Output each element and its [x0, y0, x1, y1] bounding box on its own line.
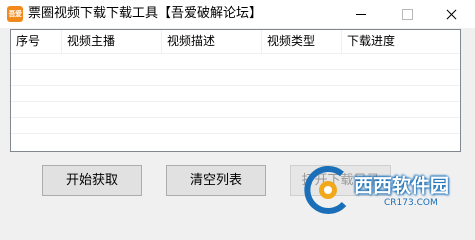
minimize-button[interactable] — [338, 0, 384, 28]
row-divider — [11, 101, 460, 102]
app-icon: 吾爱 — [7, 6, 23, 22]
list-body[interactable] — [11, 53, 460, 151]
clear-list-button[interactable]: 清空列表 — [166, 165, 266, 196]
maximize-button[interactable] — [384, 0, 430, 28]
row-divider — [11, 85, 460, 86]
row-divider — [11, 53, 460, 54]
row-divider — [11, 117, 460, 118]
row-divider — [11, 133, 460, 134]
close-button[interactable] — [429, 0, 475, 28]
video-list[interactable]: 序号 视频主播 视频描述 视频类型 下载进度 — [10, 29, 461, 152]
window-title: 票圈视频下载下载工具【吾爱破解论坛】 — [28, 6, 263, 21]
start-fetch-button[interactable]: 开始获取 — [42, 165, 142, 196]
column-header-index[interactable]: 序号 — [11, 30, 62, 53]
list-header: 序号 视频主播 视频描述 视频类型 下载进度 — [11, 30, 460, 53]
column-header-description[interactable]: 视频描述 — [162, 30, 262, 53]
row-divider — [11, 69, 460, 70]
column-header-author[interactable]: 视频主播 — [62, 30, 162, 53]
watermark-logo-icon — [304, 165, 347, 214]
column-header-type[interactable]: 视频类型 — [262, 30, 342, 53]
title-bar[interactable]: 吾爱 票圈视频下载下载工具【吾爱破解论坛】 — [0, 0, 475, 28]
watermark: 西西软件园 CR173.COM — [302, 163, 472, 217]
column-header-progress[interactable]: 下载进度 — [342, 30, 460, 53]
watermark-url: CR173.COM — [384, 198, 438, 208]
app-window: 吾爱 票圈视频下载下载工具【吾爱破解论坛】 序号 视频主播 视频描述 视频类型 … — [0, 0, 475, 219]
watermark-brand: 西西软件园 — [354, 175, 450, 197]
